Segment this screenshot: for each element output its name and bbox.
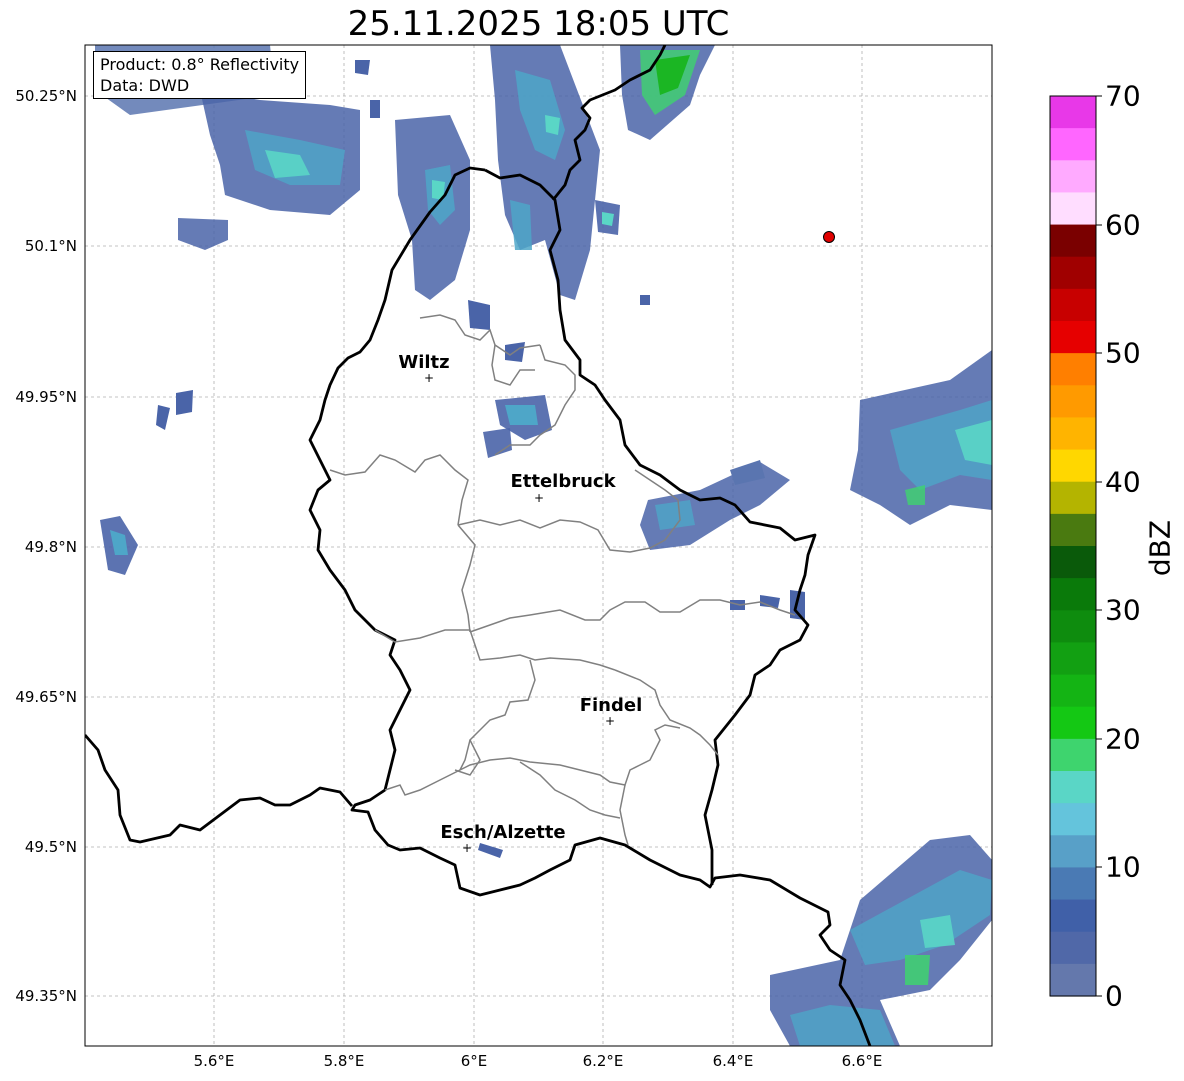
svg-text:50.25°N: 50.25°N — [15, 87, 77, 105]
svg-text:50.1°N: 50.1°N — [25, 237, 77, 255]
colorbar-segment — [1050, 96, 1096, 129]
svg-text:6.2°E: 6.2°E — [583, 1052, 624, 1070]
colorbar-label-30: 30 — [1105, 593, 1141, 627]
colorbar-segment — [1050, 578, 1096, 611]
colorbar-label-20: 20 — [1105, 722, 1141, 756]
colorbar-segment — [1050, 803, 1096, 836]
svg-text:+: + — [462, 841, 472, 855]
product-info-box: Product: 0.8° Reflectivity Data: DWD — [93, 51, 307, 99]
colorbar-segment — [1050, 931, 1096, 965]
colorbar-segment — [1050, 192, 1096, 226]
svg-text:6.6°E: 6.6°E — [842, 1052, 883, 1070]
colorbar-segment — [1050, 674, 1096, 708]
svg-text:49.65°N: 49.65°N — [15, 688, 77, 706]
colorbar-segment — [1050, 417, 1096, 451]
svg-text:6.4°E: 6.4°E — [713, 1052, 754, 1070]
colorbar-segment — [1050, 835, 1096, 869]
colorbar-segment — [1050, 867, 1096, 901]
colorbar-segment — [1050, 481, 1096, 515]
colorbar — [1050, 96, 1096, 997]
colorbar-segment — [1050, 353, 1096, 386]
colorbar-label-40: 40 — [1105, 465, 1141, 499]
colorbar-label-0: 0 — [1105, 979, 1123, 1013]
svg-text:49.8°N: 49.8°N — [25, 538, 77, 556]
colorbar-ticks — [1096, 95, 1102, 997]
colorbar-segment — [1050, 546, 1096, 579]
svg-text:Wiltz: Wiltz — [398, 352, 449, 373]
colorbar-segment — [1050, 224, 1096, 258]
svg-text:Ettelbruck: Ettelbruck — [510, 471, 616, 492]
colorbar-segment — [1050, 288, 1096, 322]
svg-text:5.6°E: 5.6°E — [194, 1052, 235, 1070]
svg-text:+: + — [534, 491, 544, 505]
colorbar-segment — [1050, 256, 1096, 290]
colorbar-segment — [1050, 513, 1096, 547]
colorbar-segment — [1050, 642, 1096, 676]
colorbar-label-10: 10 — [1105, 850, 1141, 884]
colorbar-segment — [1050, 738, 1096, 772]
colorbar-segment — [1050, 771, 1096, 804]
colorbar-label-60: 60 — [1105, 208, 1141, 242]
latitude-labels: 50.25°N 50.1°N 49.95°N 49.8°N 49.65°N 49… — [15, 87, 77, 1005]
radar-map: Wiltz + Ettelbruck + Findel + Esch/Alzet… — [15, 44, 1102, 1070]
product-label: Product: 0.8° Reflectivity — [100, 55, 300, 74]
data-source-label: Data: DWD — [100, 76, 190, 95]
radar-site-marker — [823, 231, 835, 243]
colorbar-segment — [1050, 385, 1096, 419]
svg-text:49.5°N: 49.5°N — [25, 838, 77, 856]
colorbar-segment — [1050, 706, 1096, 740]
longitude-labels: 5.6°E 5.8°E 6°E 6.2°E 6.4°E 6.6°E — [194, 1052, 883, 1070]
colorbar-segment — [1050, 128, 1096, 161]
svg-text:6°E: 6°E — [461, 1052, 488, 1070]
svg-text:+: + — [424, 371, 434, 385]
svg-text:5.8°E: 5.8°E — [324, 1052, 365, 1070]
colorbar-segment — [1050, 899, 1096, 933]
colorbar-segment — [1050, 321, 1096, 354]
colorbar-title: dBZ — [1143, 519, 1177, 577]
colorbar-segment — [1050, 449, 1096, 483]
svg-text:Findel: Findel — [580, 695, 643, 716]
svg-text:49.95°N: 49.95°N — [15, 388, 77, 406]
colorbar-label-50: 50 — [1105, 336, 1141, 370]
colorbar-segment — [1050, 610, 1096, 644]
svg-text:49.35°N: 49.35°N — [15, 987, 77, 1005]
colorbar-segment — [1050, 160, 1096, 194]
svg-text:+: + — [605, 714, 615, 728]
colorbar-label-70: 70 — [1105, 79, 1141, 113]
svg-text:Esch/Alzette: Esch/Alzette — [440, 822, 565, 843]
colorbar-segment — [1050, 963, 1096, 997]
